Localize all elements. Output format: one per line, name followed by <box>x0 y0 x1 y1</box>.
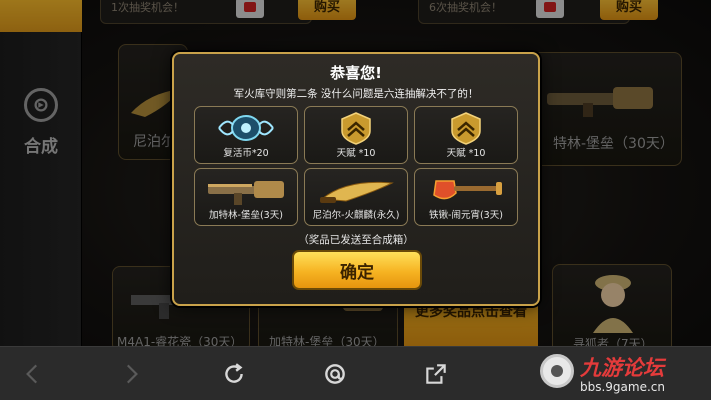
reward-item: 加特林-堡垒(3天) <box>194 168 298 226</box>
reward-label: 天赋 *10 <box>446 148 486 159</box>
watermark-url: bbs.9game.cn <box>580 380 665 394</box>
reward-label: 铁锹-闹元宵(3天) <box>429 210 503 221</box>
share-icon <box>426 364 446 384</box>
home-icon <box>325 364 345 384</box>
reward-label: 复活币*20 <box>223 148 269 159</box>
watermark: 九游论坛 bbs.9game.cn <box>540 352 708 398</box>
talent-badge-icon <box>415 111 517 145</box>
watermark-logo-icon <box>540 354 574 388</box>
nepal-knife-icon <box>305 173 407 207</box>
reward-item: 天赋 *10 <box>304 106 408 164</box>
modal-title: 恭喜您! <box>330 64 382 82</box>
reward-label: 天赋 *10 <box>336 148 376 159</box>
reward-item: 铁锹-闹元宵(3天) <box>414 168 518 226</box>
forward-arrow-icon <box>126 364 138 384</box>
shovel-icon <box>415 173 517 207</box>
confirm-button[interactable]: 确定 <box>292 250 422 290</box>
reward-label: 尼泊尔-火麒麟(永久) <box>312 210 400 221</box>
talent-badge-icon <box>305 111 407 145</box>
reward-item: 天赋 *10 <box>414 106 518 164</box>
share-button[interactable] <box>421 359 451 389</box>
reward-label: 加特林-堡垒(3天) <box>209 210 283 221</box>
back-arrow-icon <box>26 364 38 384</box>
refresh-icon <box>225 363 243 383</box>
modal-subtitle: 军火库守则第二条 没什么问题是六连抽解决不了的！ <box>233 88 479 100</box>
sent-note: （奖品已发送至合成箱） <box>298 234 414 246</box>
home-button[interactable] <box>320 359 350 389</box>
reward-item: 复活币*20 <box>194 106 298 164</box>
forward-button[interactable] <box>116 359 146 389</box>
watermark-title: 九游论坛 <box>580 356 664 380</box>
gatling-gun-icon <box>195 173 297 207</box>
back-button[interactable] <box>18 359 48 389</box>
revive-coin-icon <box>195 111 297 145</box>
reward-modal: 恭喜您! 军火库守则第二条 没什么问题是六连抽解决不了的！ 复活币*20 天赋 … <box>172 52 540 306</box>
reward-item: 尼泊尔-火麒麟(永久) <box>304 168 408 226</box>
refresh-button[interactable] <box>219 359 249 389</box>
